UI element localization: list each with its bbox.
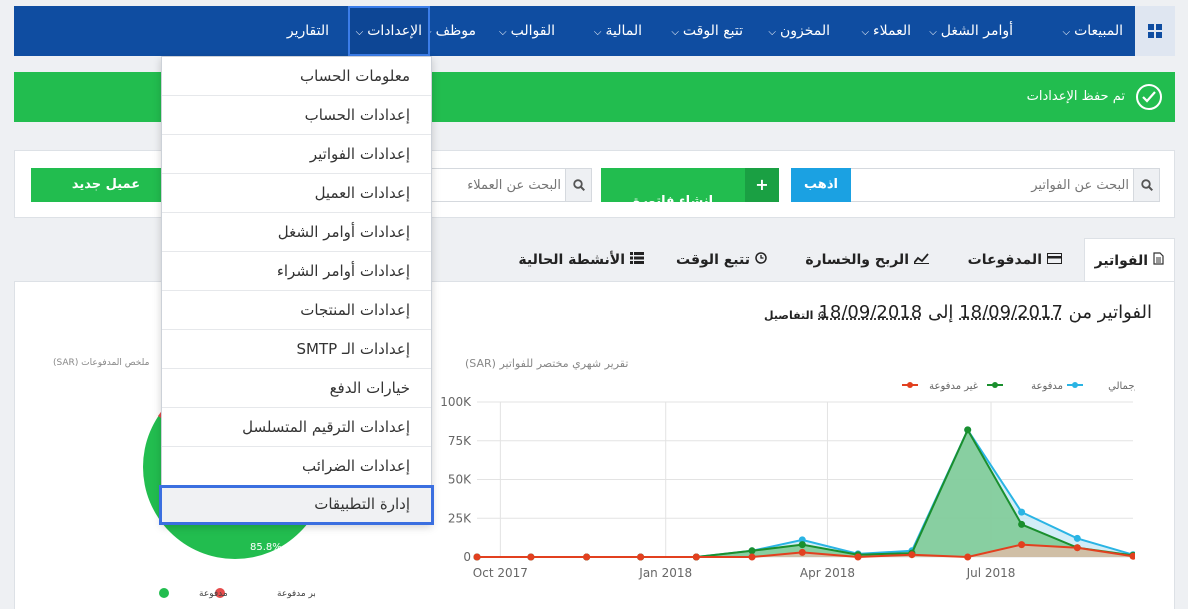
x-tick-label: Jan 2018	[638, 566, 692, 580]
list-icon	[630, 238, 644, 282]
series-point	[854, 553, 862, 561]
x-tick-label: Apr 2018	[800, 566, 855, 580]
y-tick-label: 25K	[448, 511, 472, 525]
x-tick-label: Oct 2017	[473, 566, 528, 580]
y-tick-label: 100K	[440, 395, 472, 409]
menu-item-tax-settings[interactable]: إعدادات الضرائب	[162, 447, 431, 486]
new-client-button[interactable]: عميل جديد	[31, 168, 181, 202]
series-point	[1073, 534, 1081, 542]
series-point	[527, 553, 535, 561]
document-icon	[1153, 239, 1164, 283]
tab-invoices[interactable]: الفواتير	[1083, 238, 1175, 283]
legend-paid-label: مدفوعة	[199, 589, 228, 599]
nav-item-time-tracking[interactable]: تتبع الوقت⌵	[671, 6, 743, 56]
banner-message: تم حفظ الإعدادات	[1026, 89, 1125, 104]
legend-marker	[907, 382, 913, 388]
tab-payments[interactable]: المدفوعات	[968, 238, 1062, 282]
nav-item-reports[interactable]: التقارير	[287, 6, 329, 56]
chevron-down-icon: ⌵	[355, 27, 364, 38]
settings-dropdown-menu: معلومات الحساب إعدادات الحساب إعدادات ال…	[159, 56, 434, 525]
customer-search-input[interactable]	[433, 169, 561, 201]
credit-card-icon	[1047, 238, 1062, 282]
series-point	[908, 551, 916, 559]
nav-item-finance[interactable]: المالية⌵	[594, 6, 642, 56]
series-point	[692, 553, 700, 561]
clock-icon	[755, 238, 767, 282]
series-point	[1018, 541, 1026, 549]
plus-icon: +	[745, 168, 779, 202]
series-point	[583, 553, 591, 561]
chevron-down-icon: ⌵	[768, 27, 776, 38]
menu-item-work-order-settings[interactable]: إعدادات أوامر الشغل	[162, 213, 431, 252]
tab-time-tracking[interactable]: تتبع الوقت	[676, 238, 767, 282]
pie-paid-pct-label: 85.8%	[250, 542, 282, 553]
chevron-down-icon: ⌵	[593, 27, 602, 38]
series-point	[1018, 520, 1026, 528]
go-button[interactable]: اذهب	[791, 168, 851, 202]
series-point	[637, 553, 645, 561]
grid-icon[interactable]	[1135, 6, 1175, 56]
search-icon	[1133, 169, 1159, 201]
chevron-down-icon: ⌵	[861, 27, 870, 38]
tab-profit-loss[interactable]: الربح والخسارة	[805, 238, 929, 282]
nav-item-work-orders[interactable]: أوامر الشغل⌵	[929, 6, 1013, 56]
pie-legend: غير مدفوعة مدفوعة	[159, 588, 315, 599]
legend-label: مدفوعة	[1031, 381, 1063, 392]
chevron-down-icon: ⌵	[1062, 27, 1071, 38]
y-tick-label: 0	[463, 550, 471, 564]
create-invoice-label: إنشاء فاتورة	[632, 194, 714, 209]
y-tick-label: 50K	[448, 473, 472, 487]
search-icon	[565, 169, 591, 201]
menu-item-purchase-order-settings[interactable]: إعدادات أوامر الشراء	[162, 252, 431, 291]
nav-item-templates[interactable]: القوالب⌵	[499, 6, 555, 56]
series-point	[1073, 544, 1081, 552]
x-tick-label: Jul 2018	[966, 566, 1016, 580]
series-point	[964, 426, 972, 434]
nav-item-settings[interactable]: الإعدادات⌵	[347, 6, 430, 56]
legend-marker	[1072, 382, 1078, 388]
series-point	[473, 553, 481, 561]
nav-item-employee[interactable]: موظف⌵	[424, 6, 476, 56]
line-chart-icon	[913, 238, 929, 282]
menu-item-account-settings[interactable]: إعدادات الحساب	[162, 96, 431, 135]
legend-label: غير مدفوعة	[929, 381, 978, 392]
customer-search-box	[430, 168, 592, 202]
series-point	[748, 547, 756, 555]
invoice-search-box	[850, 168, 1160, 202]
y-tick-label: 75K	[448, 434, 472, 448]
nav-item-inventory[interactable]: المخزون⌵	[768, 6, 830, 56]
menu-item-numbering-settings[interactable]: إعدادات الترقيم المتسلسل	[162, 408, 431, 447]
chevron-down-icon: ⌵	[671, 27, 679, 38]
menu-item-account-info[interactable]: معلومات الحساب	[162, 57, 431, 96]
top-navigation-bar: المبيعات⌵ أوامر الشغل⌵ العملاء⌵ المخزون⌵…	[14, 6, 1175, 56]
series-point	[964, 553, 972, 561]
menu-item-smtp-settings[interactable]: إعدادات الـ SMTP	[162, 330, 431, 369]
legend-paid-dot	[159, 588, 169, 598]
menu-item-app-management[interactable]: إدارة التطبيقات	[159, 485, 434, 525]
menu-item-product-settings[interactable]: إعدادات المنتجات	[162, 291, 431, 330]
menu-item-payment-options[interactable]: خيارات الدفع	[162, 369, 431, 408]
series-point	[798, 541, 806, 549]
legend-label: الإجمالي	[1108, 381, 1135, 392]
create-invoice-button[interactable]: إنشاء فاتورة +	[601, 168, 779, 209]
nav-item-sales[interactable]: المبيعات⌵	[1063, 6, 1124, 56]
check-circle-icon	[1136, 84, 1162, 110]
series-point	[1018, 508, 1026, 516]
tab-current-activities[interactable]: الأنشطة الحالية	[518, 238, 644, 282]
chevron-down-icon: ⌵	[499, 27, 507, 38]
series-point	[748, 553, 756, 561]
monthly-invoices-chart: 0 25K 50K 75K 100K Oct 2017 Jan 2018 Apr 2018 Ju…	[440, 381, 1135, 580]
chevron-down-icon: ⌵	[929, 27, 937, 38]
legend-unpaid-label: غير مدفوعة	[277, 589, 315, 599]
invoice-search-input[interactable]	[879, 169, 1129, 201]
series-point	[798, 548, 806, 556]
legend-marker	[992, 382, 998, 388]
menu-item-client-settings[interactable]: إعدادات العميل	[162, 174, 431, 213]
nav-item-customers[interactable]: العملاء⌵	[861, 6, 911, 56]
menu-item-invoice-settings[interactable]: إعدادات الفواتير	[162, 135, 431, 174]
